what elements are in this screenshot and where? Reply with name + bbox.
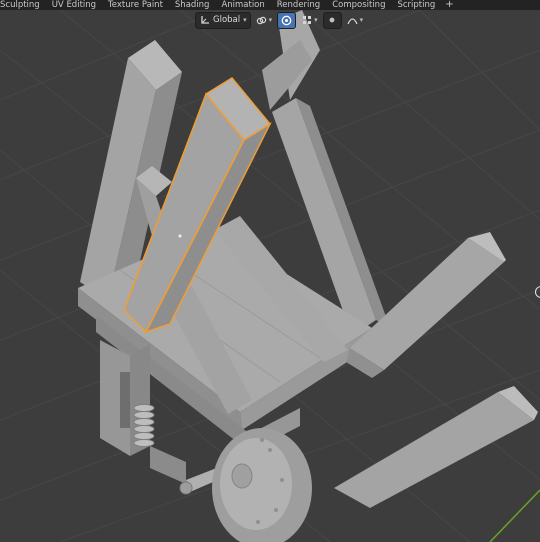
tab-rendering[interactable]: Rendering — [271, 0, 326, 10]
tab-scripting[interactable]: Scripting — [391, 0, 441, 10]
workspace-tab-bar: Sculpting UV Editing Texture Paint Shadi… — [0, 0, 540, 10]
snap-link-dropdown[interactable]: ▾ — [254, 13, 275, 28]
tab-animation[interactable]: Animation — [215, 0, 270, 10]
tab-sculpting[interactable]: Sculpting — [0, 0, 46, 10]
chevron-down-icon: ▾ — [243, 16, 247, 24]
chevron-down-icon: ▾ — [314, 16, 318, 24]
transform-orientation-label: Global — [213, 15, 241, 25]
3d-viewport[interactable] — [0, 10, 540, 542]
falloff-curve-icon — [347, 15, 358, 26]
tab-compositing[interactable]: Compositing — [326, 0, 391, 10]
dot-toggle-icon — [327, 15, 338, 26]
magnet-link-icon — [256, 15, 267, 26]
chevron-down-icon: ▾ — [359, 16, 364, 24]
mesh-wheel[interactable] — [212, 428, 312, 542]
viewport-header: Global ▾ ▾ ▾ ▾ — [195, 11, 366, 29]
y-axis-line — [489, 489, 540, 542]
pivot-point-dropdown[interactable]: ▾ — [299, 13, 320, 28]
mesh-leg-lower-right[interactable] — [334, 386, 538, 508]
pivot-point-icon — [301, 15, 312, 26]
transform-orientation-dropdown[interactable]: Global ▾ — [195, 11, 251, 29]
snap-toggle[interactable] — [322, 11, 342, 29]
tab-shading[interactable]: Shading — [169, 0, 216, 10]
orientation-axes-icon — [199, 15, 210, 26]
viewport-scene — [0, 10, 540, 542]
chevron-down-icon: ▾ — [268, 16, 273, 24]
proportional-falloff-dropdown[interactable]: ▾ — [345, 13, 366, 28]
add-workspace-button[interactable]: + — [441, 0, 457, 10]
proportional-edit-toggle[interactable] — [277, 11, 297, 29]
tab-texture-paint[interactable]: Texture Paint — [102, 0, 169, 10]
proportional-edit-icon — [281, 15, 292, 26]
blender-window: Sculpting UV Editing Texture Paint Shadi… — [0, 0, 540, 542]
3d-cursor-icon — [535, 286, 540, 298]
tab-uv-editing[interactable]: UV Editing — [46, 0, 102, 10]
